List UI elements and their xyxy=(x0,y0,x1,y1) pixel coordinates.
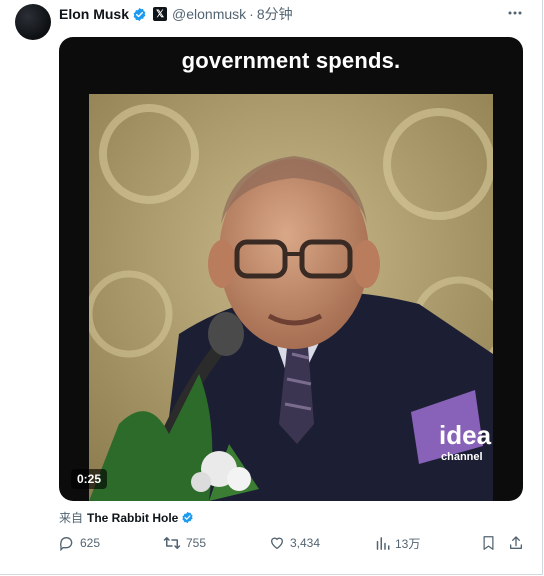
author-handle[interactable]: @elonmusk xyxy=(172,6,246,22)
reply-button[interactable]: 625 xyxy=(59,535,100,551)
repost-count: 755 xyxy=(186,536,207,550)
more-options-icon[interactable] xyxy=(506,5,524,21)
like-count: 3,434 xyxy=(290,536,321,550)
author-avatar[interactable] xyxy=(15,4,51,40)
tweet-timestamp[interactable]: 8分钟 xyxy=(257,4,293,24)
video-duration: 0:25 xyxy=(71,469,108,489)
analytics-icon xyxy=(375,536,390,551)
tweet-header: Elon Musk 𝕏 @elonmusk · 8分钟 xyxy=(59,5,293,23)
bookmark-button[interactable] xyxy=(481,535,496,551)
watermark-idea: idea xyxy=(439,420,492,450)
heart-icon xyxy=(269,535,285,551)
reply-count: 625 xyxy=(80,536,101,550)
author-name[interactable]: Elon Musk xyxy=(59,6,129,22)
video-player[interactable]: government spends. idea channel 0:25 xyxy=(59,37,523,501)
quote-source: 来自 The Rabbit Hole xyxy=(59,509,194,526)
reply-icon xyxy=(59,535,75,551)
like-button[interactable]: 3,434 xyxy=(269,535,320,551)
separator-dot: · xyxy=(249,6,254,22)
share-button[interactable] xyxy=(508,535,524,551)
bookmark-icon xyxy=(481,535,496,551)
repost-button[interactable]: 755 xyxy=(163,535,206,551)
share-icon xyxy=(508,535,524,551)
view-count: 13万 xyxy=(395,537,421,551)
tweet-actions-bar: 625 755 3,434 13万 xyxy=(59,535,529,555)
verified-badge-icon xyxy=(132,7,147,22)
source-verified-icon xyxy=(181,511,194,524)
video-caption: government spends. xyxy=(181,48,401,73)
repost-icon xyxy=(163,535,181,551)
watermark-channel: channel xyxy=(441,451,483,463)
source-name[interactable]: The Rabbit Hole xyxy=(87,511,178,525)
x-logo-icon: 𝕏 xyxy=(153,7,168,21)
video-frame: idea channel xyxy=(89,94,493,501)
source-prefix: 来自 xyxy=(59,511,84,525)
views-button[interactable]: 13万 xyxy=(375,535,420,552)
